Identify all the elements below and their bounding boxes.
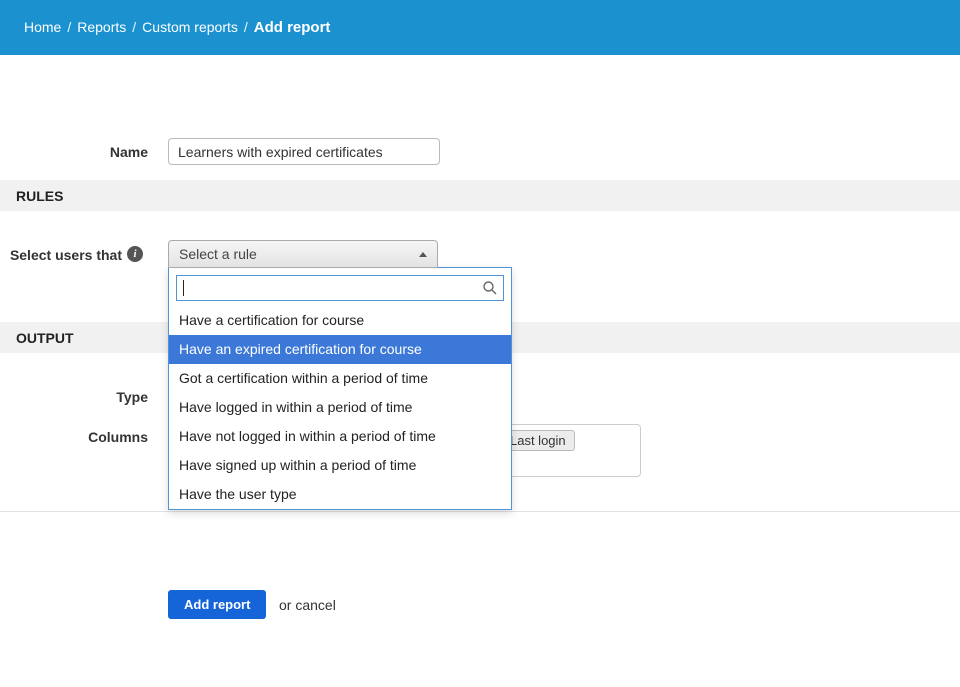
rules-section-header: RULES: [0, 180, 960, 211]
rule-search-wrap: [176, 275, 504, 301]
type-label: Type: [0, 389, 148, 405]
breadcrumb-reports-link[interactable]: Reports: [77, 19, 126, 35]
report-name-input[interactable]: [168, 138, 440, 165]
rule-option[interactable]: Got a certification within a period of t…: [169, 364, 511, 393]
column-tag[interactable]: Last login: [501, 430, 575, 451]
chevron-up-icon: [419, 252, 427, 257]
rules-section-title: RULES: [16, 188, 63, 204]
rule-dropdown[interactable]: Select a rule: [168, 240, 438, 268]
breadcrumb-custom-reports-link[interactable]: Custom reports: [142, 19, 238, 35]
rule-option-highlighted[interactable]: Have an expired certification for course: [169, 335, 511, 364]
or-text: or: [279, 597, 291, 613]
output-section-title: OUTPUT: [16, 330, 74, 346]
text-caret: [183, 280, 184, 296]
section-divider: [0, 511, 960, 512]
rule-option[interactable]: Have a certification for course: [169, 306, 511, 335]
breadcrumb-home-link[interactable]: Home: [24, 19, 61, 35]
name-label: Name: [0, 144, 148, 160]
info-icon[interactable]: i: [127, 246, 143, 262]
rule-search-input[interactable]: [176, 275, 504, 301]
rule-option[interactable]: Have not logged in within a period of ti…: [169, 422, 511, 451]
or-cancel: or cancel: [279, 597, 336, 613]
add-report-button[interactable]: Add report: [168, 590, 266, 619]
cancel-link[interactable]: cancel: [295, 597, 335, 613]
rule-option[interactable]: Have signed up within a period of time: [169, 451, 511, 480]
rule-dropdown-value: Select a rule: [179, 246, 419, 262]
rule-options-list: Have a certification for course Have an …: [169, 306, 511, 509]
rule-dropdown-panel: Have a certification for course Have an …: [168, 267, 512, 510]
breadcrumb-separator: /: [67, 19, 71, 35]
columns-label: Columns: [0, 429, 148, 445]
breadcrumb-current: Add report: [254, 19, 331, 36]
rule-option[interactable]: Have the user type: [169, 480, 511, 509]
breadcrumb: Home / Reports / Custom reports / Add re…: [24, 19, 330, 36]
rule-option[interactable]: Have logged in within a period of time: [169, 393, 511, 422]
search-icon: [482, 280, 498, 296]
select-users-label: Select users that: [0, 247, 122, 263]
page: Home / Reports / Custom reports / Add re…: [0, 0, 960, 687]
breadcrumb-bar: Home / Reports / Custom reports / Add re…: [0, 0, 960, 55]
breadcrumb-separator: /: [132, 19, 136, 35]
breadcrumb-separator: /: [244, 19, 248, 35]
